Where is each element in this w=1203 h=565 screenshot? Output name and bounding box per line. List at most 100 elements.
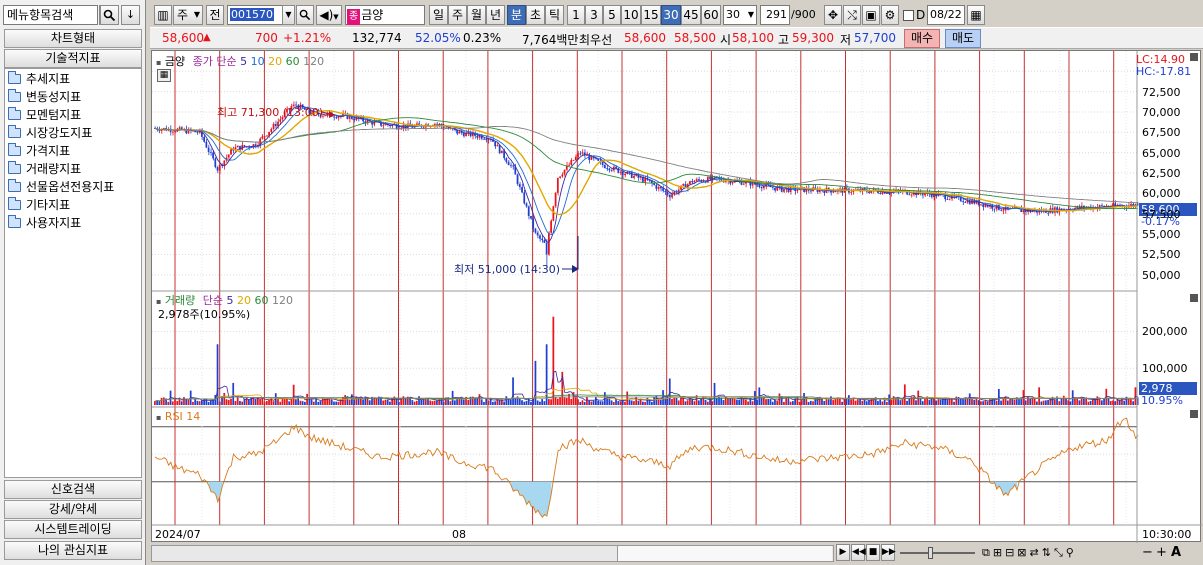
interval-button[interactable]: 1 (567, 5, 585, 25)
volume-bar (919, 398, 922, 405)
bull-bear-tab[interactable]: 강세/약세 (4, 500, 142, 519)
volume-bar (236, 396, 239, 405)
search-icon[interactable] (100, 5, 119, 25)
font-size-icon[interactable]: A (1171, 545, 1181, 560)
zoom-icon[interactable]: ✥ (824, 5, 842, 25)
volume-bar (545, 344, 548, 405)
volume-bar (950, 398, 953, 405)
timeframe-second[interactable]: 초 (526, 5, 545, 25)
candle-body (615, 166, 617, 169)
system-trading-tab[interactable]: 시스템트레이딩 (4, 520, 142, 539)
signal-search-tab[interactable]: 신호검색 (4, 480, 142, 499)
candle-body (760, 187, 763, 189)
sell-button[interactable]: 매도 (945, 29, 981, 48)
volume-bar (612, 402, 615, 405)
chart-area[interactable]: 최고 71,300 (13:00) 최저 51,000 (14:30) ▪ 금양… (151, 50, 1202, 543)
volume-bar (619, 401, 622, 405)
zoom-out-icon[interactable]: − (1142, 545, 1153, 560)
candle-body (265, 135, 268, 137)
stock-name-field[interactable]: 종 금양 (345, 5, 425, 25)
interval-button[interactable]: 10 (621, 5, 641, 25)
volume-bar (353, 399, 355, 405)
panel-close-icon[interactable] (1190, 410, 1198, 418)
interval-button[interactable]: 5 (603, 5, 621, 25)
fast-forward-icon[interactable]: ▶▶ (881, 544, 896, 561)
candle-body (570, 160, 573, 165)
panel-close-icon[interactable] (1190, 53, 1198, 61)
interval-button-active[interactable]: 30 (661, 5, 681, 25)
volume-bar (462, 399, 465, 405)
timeframe-week[interactable]: 주 (448, 5, 467, 25)
volume-bar (686, 400, 689, 405)
scroll-thumb[interactable] (617, 546, 832, 561)
tree-item[interactable]: 사용자지표 (8, 214, 81, 232)
candle-body (554, 192, 557, 207)
volume-bar (167, 401, 170, 405)
timeframe-minute[interactable]: 분 (507, 5, 526, 25)
volume-bar (413, 401, 416, 405)
tree-item[interactable]: 변동성지표 (8, 88, 81, 106)
volume-bar (601, 401, 604, 405)
volume-bar (868, 400, 870, 405)
play-icon[interactable]: ▶ (836, 544, 850, 561)
interval-button[interactable]: 3 (585, 5, 603, 25)
candle-body (525, 203, 528, 207)
interval-select[interactable]: 30 ▼ (723, 5, 757, 25)
zoom-in-icon[interactable]: + (1156, 545, 1167, 560)
trend-icon[interactable]: ⤭ (843, 5, 861, 25)
volume-bar (241, 401, 244, 405)
panel-close-icon[interactable] (1190, 294, 1198, 302)
buy-button[interactable]: 매수 (904, 29, 940, 48)
search-icon[interactable] (296, 5, 314, 25)
my-indicators-tab[interactable]: 나의 관심지표 (4, 541, 142, 560)
code-dropdown-icon[interactable]: ▼ (282, 5, 295, 25)
layout-icon[interactable]: ▥ (154, 5, 172, 25)
period-select[interactable]: 주 ▼ (173, 5, 203, 25)
save-icon[interactable]: ▣ (862, 5, 880, 25)
technical-indicator-tab[interactable]: 기술적지표 (4, 49, 142, 68)
horizontal-scrollbar[interactable] (151, 545, 834, 562)
volume-bar (830, 396, 832, 405)
volume-bar (503, 401, 505, 405)
interval-button[interactable]: 45 (681, 5, 701, 25)
volume-bar (628, 399, 631, 405)
tree-item[interactable]: 모멘텀지표 (8, 106, 81, 124)
date-input[interactable]: 08/22 (927, 5, 965, 25)
candle-body (353, 118, 355, 121)
speaker-icon[interactable]: ◀)▼ (316, 5, 342, 25)
count-input[interactable]: 291 (760, 5, 790, 25)
stop-icon[interactable]: ■ (866, 544, 880, 561)
timeframe-month[interactable]: 월 (467, 5, 486, 25)
folder-icon (8, 89, 21, 102)
prev-button[interactable]: 전 (206, 5, 224, 25)
stock-code-input[interactable]: 001570 (227, 5, 283, 25)
rewind-icon[interactable]: ◀◀ (851, 544, 866, 561)
timeframe-tick[interactable]: 틱 (545, 5, 564, 25)
speed-slider[interactable] (900, 552, 975, 554)
gear-icon[interactable]: ⚙ (881, 5, 899, 25)
candle-body (274, 123, 277, 127)
tree-item[interactable]: 선물옵션전용지표 (8, 178, 114, 196)
tree-item[interactable]: 기타지표 (8, 196, 70, 214)
tree-item[interactable]: 거래량지표 (8, 160, 81, 178)
interval-button[interactable]: 60 (701, 5, 721, 25)
calendar-icon[interactable]: ▦ (967, 5, 985, 25)
candle-body (196, 132, 199, 133)
candle-body (771, 187, 774, 188)
volume-bar (865, 401, 868, 405)
interval-button[interactable]: 15 (641, 5, 661, 25)
tree-item[interactable]: 가격지표 (8, 142, 70, 160)
volume-bar (861, 400, 864, 405)
tree-item[interactable]: 추세지표 (8, 70, 70, 88)
chart-type-tab[interactable]: 차트형태 (4, 29, 142, 48)
download-arrow-icon[interactable]: ↓ (121, 5, 140, 25)
timeframe-year[interactable]: 년 (486, 5, 505, 25)
volume-bar (1002, 398, 1005, 405)
tree-item[interactable]: 시장강도지표 (8, 124, 92, 142)
timeframe-day[interactable]: 일 (429, 5, 448, 25)
menu-search-input[interactable]: 메뉴항목검색 (3, 5, 98, 25)
date-checkbox[interactable] (903, 10, 914, 21)
calc-icon[interactable]: ▦ (157, 69, 171, 82)
slider-handle[interactable] (928, 547, 933, 559)
draw-tools-icons[interactable]: ⧉⊞⊟⊠⇄⇅⤡⚲ (982, 546, 1077, 560)
